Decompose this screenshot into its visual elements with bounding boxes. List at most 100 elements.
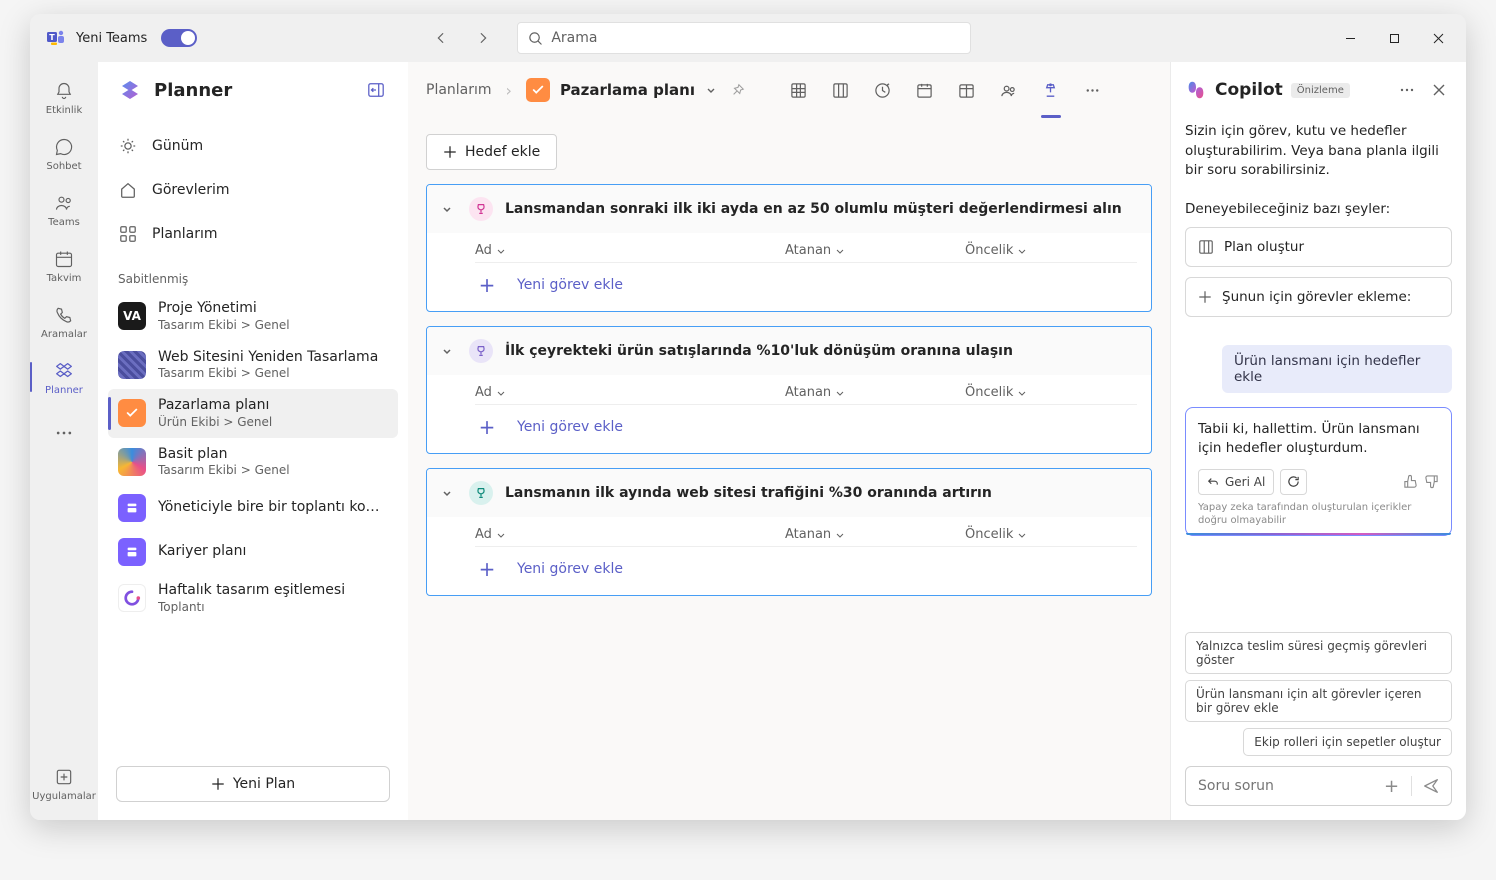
copilot-close-button[interactable]	[1426, 77, 1452, 103]
view-timeline-button[interactable]	[869, 76, 897, 104]
breadcrumb-root[interactable]: Planlarım	[426, 82, 492, 98]
window-close-button[interactable]	[1416, 22, 1460, 54]
nav-forward-button[interactable]	[469, 24, 497, 52]
copilot-user-message: Ürün lansmanı için hedefler ekle	[1222, 345, 1452, 393]
chevron-down-icon[interactable]	[441, 345, 457, 357]
view-people-button[interactable]	[995, 76, 1023, 104]
chevron-right-icon: ›	[506, 81, 512, 100]
add-task-button[interactable]: Yeni görev ekle	[517, 561, 623, 577]
add-goal-label: Hedef ekle	[465, 144, 540, 160]
copilot-suggestion-add-tasks[interactable]: Şunun için görevler ekleme:	[1185, 277, 1452, 317]
sidebar-expand-button[interactable]	[362, 76, 390, 104]
grid-icon	[118, 224, 138, 244]
planner-logo-icon	[116, 76, 144, 104]
goal-card: Lansmanın ilk ayında web sitesi trafiğin…	[426, 468, 1152, 596]
plan-name: Basit plan	[158, 446, 290, 464]
regenerate-button[interactable]	[1280, 469, 1307, 495]
home-icon	[118, 180, 138, 200]
plan-sub: Tasarım Ekibi > Genel	[158, 366, 378, 381]
column-priority[interactable]: Öncelik	[965, 243, 1027, 258]
chevron-down-icon[interactable]	[441, 203, 457, 215]
window-minimize-button[interactable]	[1328, 22, 1372, 54]
thumbs-down-button[interactable]	[1424, 474, 1439, 489]
copilot-chip[interactable]: Ekip rolleri için sepetler oluştur	[1243, 728, 1452, 756]
plan-sub: Ürün Ekibi > Genel	[158, 415, 272, 430]
copilot-suggestion-create-plan[interactable]: Plan oluştur	[1185, 227, 1452, 267]
copilot-attach-button[interactable]: +	[1380, 776, 1403, 797]
add-task-button[interactable]: Yeni görev ekle	[517, 277, 623, 293]
column-priority[interactable]: Öncelik	[965, 527, 1027, 542]
new-plan-button[interactable]: Yeni Plan	[116, 766, 390, 802]
column-priority[interactable]: Öncelik	[965, 385, 1027, 400]
pinned-label: Sabitlenmiş	[98, 262, 408, 292]
copilot-input-field[interactable]	[1198, 778, 1372, 794]
rail-teams[interactable]: Teams	[30, 182, 98, 236]
copilot-send-button[interactable]	[1420, 772, 1443, 800]
chevron-down-icon	[835, 530, 845, 540]
copilot-chip[interactable]: Ürün lansmanı için alt görevler içeren b…	[1185, 680, 1452, 722]
copilot-logo-icon	[1185, 79, 1207, 101]
plan-item[interactable]: Haftalık tasarım eşitlemesiToplantı	[108, 574, 398, 623]
view-goals-button[interactable]	[1037, 76, 1065, 104]
copilot-title: Copilot	[1215, 80, 1283, 100]
more-icon	[52, 421, 76, 445]
app-rail: Etkinlik Sohbet Teams Takvim Aramalar Pl…	[30, 62, 98, 820]
plan-name: Web Sitesini Yeniden Tasarlama	[158, 349, 378, 367]
column-assigned[interactable]: Atanan	[785, 385, 965, 400]
copilot-more-button[interactable]	[1394, 77, 1420, 103]
plan-item[interactable]: Basit planTasarım Ekibi > Genel	[108, 438, 398, 487]
rail-calls[interactable]: Aramalar	[30, 294, 98, 348]
search-placeholder: Arama	[551, 30, 597, 46]
nav-my-day[interactable]: Günüm	[108, 124, 398, 168]
rail-label: Aramalar	[41, 329, 87, 340]
plan-item[interactable]: Web Sitesini Yeniden TasarlamaTasarım Ek…	[108, 341, 398, 390]
rail-planner[interactable]: Planner	[30, 350, 98, 404]
planner-sidebar: Planner Günüm Görevlerim Planlarım Sabit…	[98, 62, 408, 820]
rail-more[interactable]	[30, 406, 98, 460]
search-input[interactable]: Arama	[517, 22, 971, 54]
add-task-plus-button[interactable]: +	[475, 273, 499, 297]
trophy-icon	[469, 339, 493, 363]
nav-my-plans[interactable]: Planlarım	[108, 212, 398, 256]
rail-apps[interactable]: Uygulamalar	[30, 756, 98, 810]
rail-label: Takvim	[47, 273, 82, 284]
plan-avatar-icon: VA	[118, 302, 146, 330]
rail-chat[interactable]: Sohbet	[30, 126, 98, 180]
plan-item-active[interactable]: Pazarlama planıÜrün Ekibi > Genel	[108, 389, 398, 438]
column-assigned[interactable]: Atanan	[785, 527, 965, 542]
column-assigned[interactable]: Atanan	[785, 243, 965, 258]
undo-button[interactable]: Geri Al	[1198, 469, 1274, 495]
new-teams-toggle[interactable]	[161, 29, 197, 47]
search-icon	[528, 31, 543, 46]
rail-activity[interactable]: Etkinlik	[30, 70, 98, 124]
add-task-button[interactable]: Yeni görev ekle	[517, 419, 623, 435]
more-options-button[interactable]	[1079, 76, 1107, 104]
view-board-button[interactable]	[827, 76, 855, 104]
window-maximize-button[interactable]	[1372, 22, 1416, 54]
copilot-intro: Sizin için görev, kutu ve hedefler oluşt…	[1185, 122, 1452, 181]
view-grid-button[interactable]	[785, 76, 813, 104]
copilot-chip[interactable]: Yalnızca teslim süresi geçmiş görevleri …	[1185, 632, 1452, 674]
view-schedule-button[interactable]	[911, 76, 939, 104]
plan-item[interactable]: Yöneticiyle bire bir toplantı konuları	[108, 486, 398, 530]
add-task-plus-button[interactable]: +	[475, 557, 499, 581]
nav-my-tasks[interactable]: Görevlerim	[108, 168, 398, 212]
add-task-plus-button[interactable]: +	[475, 415, 499, 439]
thumbs-up-button[interactable]	[1403, 474, 1418, 489]
column-name[interactable]: Ad	[475, 527, 785, 542]
plan-item[interactable]: Kariyer planı	[108, 530, 398, 574]
plan-dropdown-button[interactable]	[705, 84, 717, 96]
titlebar: T Yeni Teams Arama	[30, 14, 1466, 62]
column-name[interactable]: Ad	[475, 385, 785, 400]
column-name[interactable]: Ad	[475, 243, 785, 258]
rail-calendar[interactable]: Takvim	[30, 238, 98, 292]
add-goal-button[interactable]: Hedef ekle	[426, 134, 557, 170]
nav-back-button[interactable]	[427, 24, 455, 52]
plan-item[interactable]: VA Proje YönetimiTasarım Ekibi > Genel	[108, 292, 398, 341]
svg-text:T: T	[49, 33, 55, 42]
pin-icon[interactable]	[731, 83, 745, 97]
chevron-down-icon[interactable]	[441, 487, 457, 499]
copilot-input[interactable]: +	[1185, 766, 1452, 806]
view-charts-button[interactable]	[953, 76, 981, 104]
bell-icon	[52, 79, 76, 103]
